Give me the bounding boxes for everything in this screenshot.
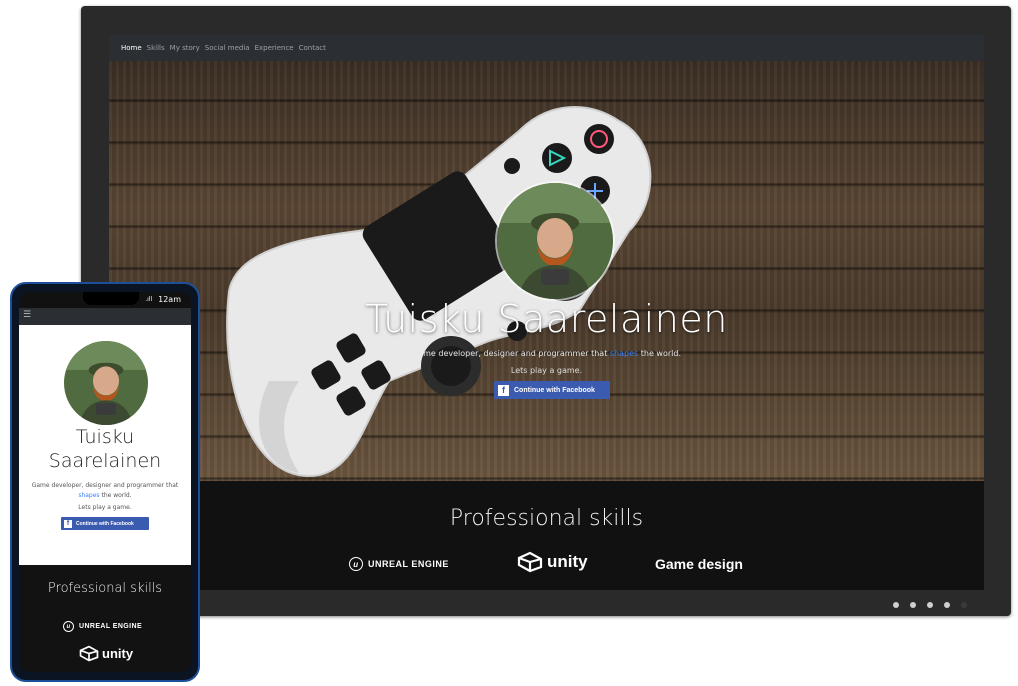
phone-name-last: Saarelainen bbox=[48, 450, 162, 472]
game-controller-image bbox=[226, 106, 652, 478]
phone-skills-title: Professional skills bbox=[47, 581, 163, 596]
desktop-monitor: Home Skills My story Social media Experi… bbox=[81, 6, 1011, 616]
phone-facebook-button[interactable]: f Continue with Facebook bbox=[61, 517, 149, 530]
nav-contact[interactable]: Contact bbox=[299, 44, 326, 52]
skill-unity: unity bbox=[517, 551, 588, 573]
top-nav: Home Skills My story Social media Experi… bbox=[109, 35, 984, 61]
nav-social-media[interactable]: Social media bbox=[205, 44, 250, 52]
nav-skills[interactable]: Skills bbox=[147, 44, 165, 52]
hero-name: Tuisku Saarelainen bbox=[365, 297, 728, 341]
carousel-dot[interactable] bbox=[944, 602, 950, 608]
status-bar: .ıll 12am bbox=[145, 295, 181, 304]
tagline-text-end: the world. bbox=[99, 492, 132, 499]
tagline-accent: shapes bbox=[609, 349, 639, 358]
phone-nav-bar: ☰ bbox=[19, 308, 191, 325]
unity-icon bbox=[79, 645, 99, 662]
phone-skill-unity: unity bbox=[79, 645, 133, 662]
skill-label: unity bbox=[547, 552, 588, 571]
facebook-icon: f bbox=[64, 519, 72, 528]
tagline-text: Game developer, designer and programmer … bbox=[412, 349, 610, 358]
nav-my-story[interactable]: My story bbox=[170, 44, 200, 52]
nav-experience[interactable]: Experience bbox=[255, 44, 294, 52]
facebook-button-label: Continue with Facebook bbox=[76, 520, 134, 527]
phone-skill-unreal-engine: u UNREAL ENGINE bbox=[63, 621, 142, 632]
unreal-engine-icon: u bbox=[63, 621, 74, 632]
status-time: 12am bbox=[158, 295, 181, 304]
carousel-dots bbox=[882, 602, 967, 608]
facebook-icon: f bbox=[498, 384, 509, 396]
hero-play-text: Lets play a game. bbox=[510, 366, 583, 375]
hero-tagline: Game developer, designer and programmer … bbox=[109, 349, 984, 358]
profile-avatar bbox=[495, 181, 615, 301]
skills-title: Professional skills bbox=[449, 506, 644, 531]
carousel-dot[interactable] bbox=[910, 602, 916, 608]
carousel-dot[interactable] bbox=[927, 602, 933, 608]
phone-hero-name: Tuisku Saarelainen bbox=[19, 425, 191, 473]
skill-label: UNREAL ENGINE bbox=[368, 559, 449, 569]
desktop-screen: Home Skills My story Social media Experi… bbox=[109, 35, 984, 590]
carousel-dot[interactable] bbox=[893, 602, 899, 608]
skill-label: UNREAL ENGINE bbox=[79, 623, 143, 630]
skill-game-design: Game design bbox=[655, 556, 743, 572]
phone-hero-section: Tuisku Saarelainen Game developer, desig… bbox=[19, 325, 191, 565]
hero-section: Tuisku Saarelainen Game developer, desig… bbox=[109, 61, 984, 481]
carousel-dot[interactable] bbox=[961, 602, 967, 608]
phone-tagline: Game developer, designer and programmer … bbox=[25, 481, 185, 501]
phone-play-text: Lets play a game. bbox=[78, 504, 132, 511]
facebook-button-label: Continue with Facebook bbox=[514, 386, 595, 394]
hamburger-menu-icon[interactable]: ☰ bbox=[23, 311, 33, 320]
mobile-phone: .ıll 12am ☰ Tuisku Saarelainen Game deve… bbox=[10, 282, 200, 682]
tagline-text: Game developer, designer and programmer … bbox=[31, 482, 179, 489]
phone-notch bbox=[83, 292, 139, 305]
unreal-engine-icon: u bbox=[349, 557, 363, 571]
continue-with-facebook-button[interactable]: f Continue with Facebook bbox=[494, 381, 610, 399]
tagline-accent: shapes bbox=[78, 492, 100, 499]
skill-label: unity bbox=[102, 646, 134, 661]
unity-icon bbox=[517, 551, 543, 573]
skills-section: Professional skills u UNREAL ENGINE unit… bbox=[109, 481, 984, 590]
signal-icon: .ıll bbox=[145, 296, 153, 303]
phone-profile-avatar bbox=[64, 341, 148, 425]
phone-name-first: Tuisku bbox=[75, 426, 135, 448]
skill-unreal-engine: u UNREAL ENGINE bbox=[349, 557, 449, 571]
phone-screen: .ıll 12am ☰ Tuisku Saarelainen Game deve… bbox=[19, 292, 191, 672]
phone-skills-section: Professional skills u UNREAL ENGINE unit… bbox=[19, 565, 191, 672]
tagline-text-end: the world. bbox=[638, 349, 681, 358]
nav-home[interactable]: Home bbox=[121, 44, 142, 52]
